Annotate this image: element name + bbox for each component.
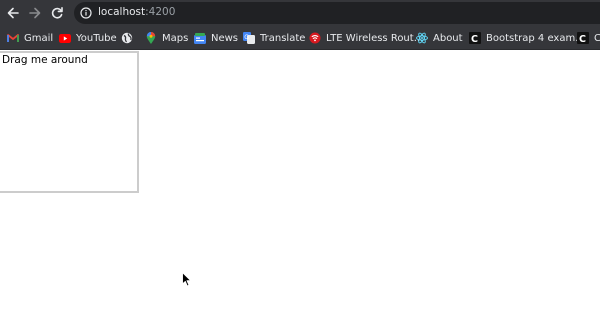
mouse-pointer-icon <box>182 272 192 287</box>
reload-button[interactable] <box>48 4 66 22</box>
bookmark-bootstrap[interactable]: C Bootstrap 4 exam... <box>469 30 585 46</box>
url-text[interactable]: localhost:4200 <box>98 6 175 18</box>
bookmark-label: Co <box>594 33 600 44</box>
youtube-icon <box>59 32 71 44</box>
address-bar[interactable]: localhost:4200 <box>74 2 600 24</box>
bookmark-label: Gmail <box>24 32 54 44</box>
bookmark-maps[interactable]: Maps <box>145 30 188 46</box>
codeply-icon: C <box>469 32 481 44</box>
bookmark-lte-router[interactable]: LTE Wireless Rout... <box>309 30 423 46</box>
bookmark-codeply[interactable]: C Co <box>577 30 600 46</box>
maps-icon <box>145 32 157 44</box>
bookmark-label: About <box>433 32 463 44</box>
bookmark-youtube[interactable]: YouTube <box>59 30 117 46</box>
svg-text:C: C <box>471 34 478 44</box>
news-icon <box>194 32 206 44</box>
bookmark-globe[interactable] <box>121 30 138 46</box>
bookmark-translate[interactable]: G Translate <box>243 30 305 46</box>
router-icon <box>309 32 321 44</box>
bookmark-gmail[interactable]: Gmail <box>7 30 53 46</box>
gmail-icon <box>7 32 19 44</box>
url-port: :4200 <box>145 6 176 18</box>
bookmark-label: Maps <box>162 32 189 44</box>
bookmark-label: News <box>211 32 239 44</box>
reload-icon <box>51 7 63 19</box>
draggable-box[interactable]: Drag me around <box>0 51 139 193</box>
arrow-right-icon <box>29 7 41 19</box>
react-icon <box>416 32 428 44</box>
info-icon[interactable] <box>80 7 92 19</box>
browser-toolbar: localhost:4200 <box>0 0 600 26</box>
back-button[interactable] <box>4 4 22 22</box>
draggable-box-label: Drag me around <box>2 54 88 66</box>
page-content: Drag me around <box>0 50 600 314</box>
arrow-left-icon <box>7 7 19 19</box>
bookmark-label: LTE Wireless Rout... <box>326 32 424 44</box>
codeply-icon: C <box>577 32 589 44</box>
forward-button[interactable] <box>26 4 44 22</box>
bookmark-label: Bootstrap 4 exam... <box>486 32 585 44</box>
svg-text:C: C <box>579 34 586 44</box>
globe-icon <box>121 32 133 44</box>
translate-icon: G <box>243 32 255 44</box>
url-host: localhost <box>98 6 146 18</box>
svg-text:G: G <box>244 34 249 41</box>
bookmark-news[interactable]: News <box>194 30 238 46</box>
bookmark-label: YouTube <box>76 32 117 44</box>
bookmark-label: Translate <box>260 32 306 44</box>
bookmark-about[interactable]: About <box>416 30 463 46</box>
bookmarks-bar: Gmail YouTube Maps News G Translate LTE … <box>0 26 600 50</box>
